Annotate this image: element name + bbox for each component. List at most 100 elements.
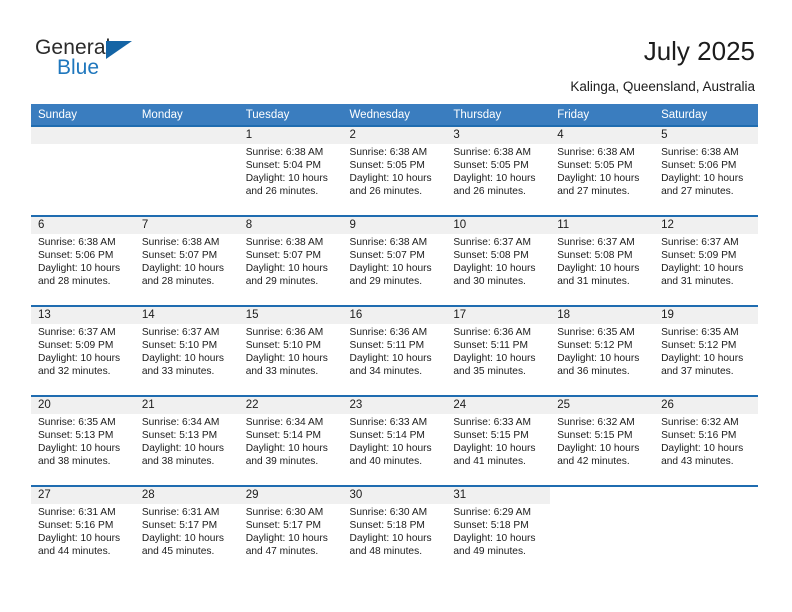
general-blue-logo[interactable]: General Blue [35, 36, 235, 84]
daylight-text-line1: Daylight: 10 hours [349, 352, 432, 364]
day-cell-content: 25 Sunrise: 6:32 AM Sunset: 5:15 PM Dayligh… [550, 397, 655, 485]
calendar-day-cell[interactable]: 27 Sunrise: 6:31 AM Sunset: 5:16 PM Dayligh… [31, 485, 135, 575]
calendar-body: 1 Sunrise: 6:38 AM Sunset: 5:04 PM Daylight… [31, 125, 758, 575]
calendar-day-cell[interactable]: 11 Sunrise: 6:37 AM Sunset: 5:08 PM Dayligh… [550, 215, 655, 306]
calendar-day-cell[interactable]: 1 Sunrise: 6:38 AM Sunset: 5:04 PM Daylight… [238, 125, 343, 216]
daylight-text-line2: and 26 minutes. [453, 185, 526, 197]
daylight-text-line2: and 41 minutes. [453, 455, 526, 467]
calendar-day-cell[interactable]: 21 Sunrise: 6:34 AM Sunset: 5:13 PM Dayligh… [134, 395, 239, 486]
calendar-container: Sunday Monday Tuesday Wednesday Thursday… [31, 104, 758, 575]
day-number: 6 [31, 217, 135, 234]
day-cell-content: 26 Sunrise: 6:32 AM Sunset: 5:16 PM Dayligh… [654, 397, 758, 485]
daylight-text-line1: Daylight: 10 hours [141, 532, 224, 544]
calendar-week-row: 13 Sunrise: 6:37 AM Sunset: 5:09 PM Dayligh… [31, 305, 758, 396]
sunset-text: Sunset: 5:07 PM [141, 249, 218, 261]
calendar-day-cell[interactable]: 2 Sunrise: 6:38 AM Sunset: 5:05 PM Daylight… [342, 125, 447, 216]
calendar-day-cell[interactable]: 16 Sunrise: 6:36 AM Sunset: 5:11 PM Dayligh… [342, 305, 447, 396]
day-details: Sunrise: 6:30 AM Sunset: 5:17 PM Daylight:… [239, 504, 343, 559]
day-details: Sunrise: 6:37 AM Sunset: 5:09 PM Daylight:… [654, 234, 758, 289]
sunrise-text: Sunrise: 6:38 AM [349, 147, 428, 158]
calendar-day-cell[interactable]: 3 Sunrise: 6:38 AM Sunset: 5:05 PM Daylight… [446, 125, 551, 216]
sunset-text: Sunset: 5:14 PM [245, 429, 322, 441]
day-number: 16 [342, 307, 447, 324]
calendar-day-cell[interactable]: 15 Sunrise: 6:36 AM Sunset: 5:10 PM Dayligh… [238, 305, 343, 396]
daylight-text-line2: and 27 minutes. [557, 185, 630, 197]
daylight-text-line1: Daylight: 10 hours [245, 442, 328, 454]
calendar-day-cell[interactable]: 31 Sunrise: 6:29 AM Sunset: 5:18 PM Dayligh… [446, 485, 551, 575]
calendar-day-cell[interactable]: 29 Sunrise: 6:30 AM Sunset: 5:17 PM Dayligh… [238, 485, 343, 575]
calendar-day-cell[interactable]: 13 Sunrise: 6:37 AM Sunset: 5:09 PM Dayligh… [31, 305, 135, 396]
calendar-day-cell[interactable] [654, 485, 758, 575]
daylight-text-line1: Daylight: 10 hours [453, 172, 536, 184]
page-subtitle: Kalinga, Queensland, Australia [570, 79, 755, 94]
day-cell-content: 19 Sunrise: 6:35 AM Sunset: 5:12 PM Dayligh… [654, 307, 758, 395]
day-number: 11 [550, 217, 655, 234]
calendar-day-cell[interactable]: 10 Sunrise: 6:37 AM Sunset: 5:08 PM Dayligh… [446, 215, 551, 306]
daylight-text-line2: and 37 minutes. [661, 365, 734, 377]
day-number: 9 [342, 217, 447, 234]
daylight-text-line1: Daylight: 10 hours [453, 352, 536, 364]
sunset-text: Sunset: 5:18 PM [453, 519, 529, 531]
calendar-day-cell[interactable]: 26 Sunrise: 6:32 AM Sunset: 5:16 PM Dayligh… [654, 395, 758, 486]
day-details: Sunrise: 6:38 AM Sunset: 5:04 PM Daylight:… [239, 144, 343, 199]
daylight-text-line2: and 34 minutes. [349, 365, 423, 377]
sunset-text: Sunset: 5:11 PM [349, 339, 425, 351]
daylight-text-line1: Daylight: 10 hours [141, 262, 224, 274]
daylight-text-line1: Daylight: 10 hours [38, 442, 121, 454]
calendar-day-cell[interactable]: 17 Sunrise: 6:36 AM Sunset: 5:11 PM Dayligh… [446, 305, 551, 396]
weekday-header-saturday: Saturday [654, 104, 758, 126]
day-cell-content: 14 Sunrise: 6:37 AM Sunset: 5:10 PM Dayligh… [134, 307, 239, 395]
calendar-day-cell[interactable]: 20 Sunrise: 6:35 AM Sunset: 5:13 PM Dayligh… [31, 395, 135, 486]
day-details: Sunrise: 6:34 AM Sunset: 5:13 PM Daylight:… [135, 414, 239, 469]
daylight-text-line1: Daylight: 10 hours [349, 442, 432, 454]
sunset-text: Sunset: 5:06 PM [38, 249, 114, 261]
sunrise-text: Sunrise: 6:33 AM [349, 417, 428, 428]
day-cell-content: 27 Sunrise: 6:31 AM Sunset: 5:16 PM Dayligh… [31, 487, 135, 575]
daylight-text-line1: Daylight: 10 hours [141, 352, 224, 364]
day-cell-content: 4 Sunrise: 6:38 AM Sunset: 5:05 PM Daylight… [550, 127, 655, 215]
daylight-text-line1: Daylight: 10 hours [661, 172, 744, 184]
calendar-day-cell[interactable]: 22 Sunrise: 6:34 AM Sunset: 5:14 PM Dayligh… [238, 395, 343, 486]
calendar-day-cell[interactable] [550, 485, 655, 575]
sunset-text: Sunset: 5:07 PM [245, 249, 322, 261]
sunset-text: Sunset: 5:15 PM [557, 429, 633, 441]
calendar-day-cell[interactable]: 6 Sunrise: 6:38 AM Sunset: 5:06 PM Daylight… [31, 215, 135, 306]
calendar-day-cell[interactable]: 8 Sunrise: 6:38 AM Sunset: 5:07 PM Daylight… [238, 215, 343, 306]
daylight-text-line2: and 26 minutes. [349, 185, 423, 197]
day-number: 10 [446, 217, 551, 234]
calendar-day-cell[interactable]: 7 Sunrise: 6:38 AM Sunset: 5:07 PM Daylight… [134, 215, 239, 306]
day-details: Sunrise: 6:35 AM Sunset: 5:12 PM Daylight:… [654, 324, 758, 379]
daylight-text-line2: and 39 minutes. [245, 455, 319, 467]
calendar-day-cell[interactable]: 28 Sunrise: 6:31 AM Sunset: 5:17 PM Dayligh… [134, 485, 239, 575]
sunrise-text: Sunrise: 6:30 AM [245, 507, 324, 518]
daylight-text-line1: Daylight: 10 hours [349, 262, 432, 274]
calendar-day-cell[interactable]: 24 Sunrise: 6:33 AM Sunset: 5:15 PM Dayligh… [446, 395, 551, 486]
calendar-day-cell[interactable]: 30 Sunrise: 6:30 AM Sunset: 5:18 PM Dayligh… [342, 485, 447, 575]
daylight-text-line1: Daylight: 10 hours [557, 172, 640, 184]
day-details: Sunrise: 6:31 AM Sunset: 5:16 PM Daylight:… [31, 504, 135, 559]
day-details: Sunrise: 6:38 AM Sunset: 5:07 PM Daylight:… [135, 234, 239, 289]
daylight-text-line1: Daylight: 10 hours [141, 442, 224, 454]
calendar-day-cell[interactable]: 14 Sunrise: 6:37 AM Sunset: 5:10 PM Dayligh… [134, 305, 239, 396]
daylight-text-line2: and 31 minutes. [661, 275, 734, 287]
daylight-text-line1: Daylight: 10 hours [557, 352, 640, 364]
calendar-day-cell[interactable] [31, 125, 135, 216]
calendar-day-cell[interactable] [134, 125, 239, 216]
calendar-day-cell[interactable]: 23 Sunrise: 6:33 AM Sunset: 5:14 PM Dayligh… [342, 395, 447, 486]
sunrise-text: Sunrise: 6:38 AM [453, 147, 531, 158]
calendar-day-cell[interactable]: 9 Sunrise: 6:38 AM Sunset: 5:07 PM Daylight… [342, 215, 447, 306]
calendar-day-cell[interactable]: 25 Sunrise: 6:32 AM Sunset: 5:15 PM Dayligh… [550, 395, 655, 486]
calendar-day-cell[interactable]: 19 Sunrise: 6:35 AM Sunset: 5:12 PM Dayligh… [654, 305, 758, 396]
weekday-header-friday: Friday [550, 104, 655, 126]
calendar-day-cell[interactable]: 5 Sunrise: 6:38 AM Sunset: 5:06 PM Daylight… [654, 125, 758, 216]
day-number: 25 [550, 397, 655, 414]
weekday-header-monday: Monday [134, 104, 239, 126]
day-number: 4 [550, 127, 655, 144]
calendar-day-cell[interactable]: 4 Sunrise: 6:38 AM Sunset: 5:05 PM Daylight… [550, 125, 655, 216]
daylight-text-line1: Daylight: 10 hours [245, 532, 328, 544]
calendar-day-cell[interactable]: 12 Sunrise: 6:37 AM Sunset: 5:09 PM Dayligh… [654, 215, 758, 306]
daylight-text-line2: and 31 minutes. [557, 275, 630, 287]
calendar-day-cell[interactable]: 18 Sunrise: 6:35 AM Sunset: 5:12 PM Dayligh… [550, 305, 655, 396]
daylight-text-line2: and 28 minutes. [38, 275, 111, 287]
day-cell-content: 15 Sunrise: 6:36 AM Sunset: 5:10 PM Dayligh… [238, 307, 343, 395]
